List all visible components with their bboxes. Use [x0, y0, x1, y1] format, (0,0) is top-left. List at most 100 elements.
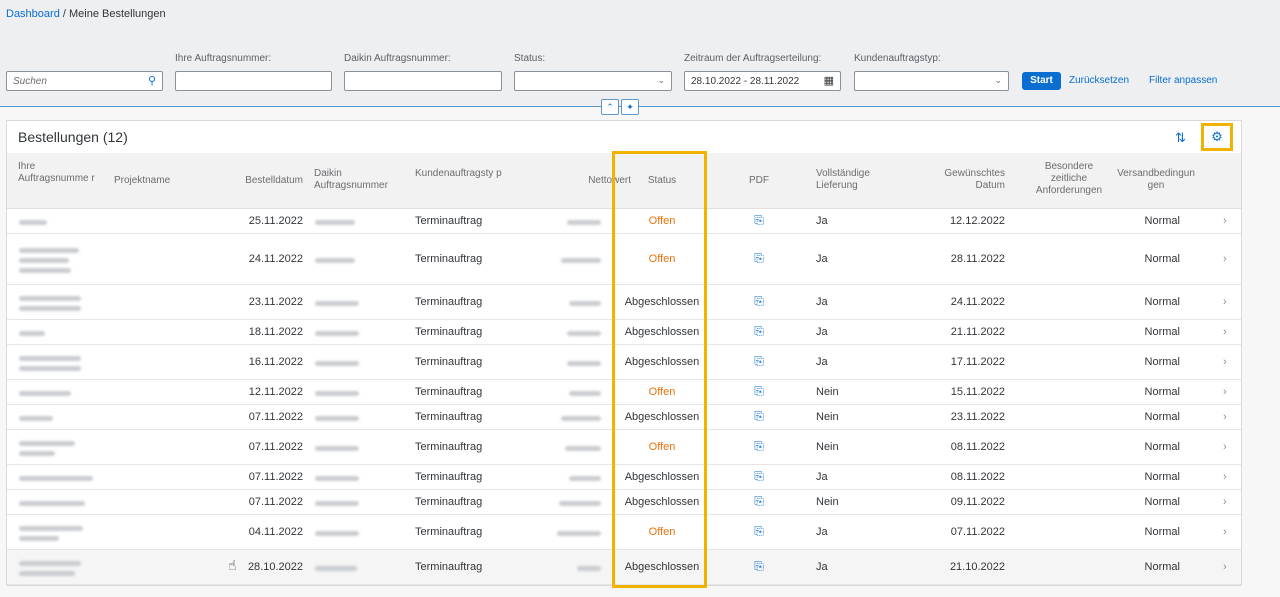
table-row[interactable]: 07.11.2022 Terminauftrag Abgeschlossen ⎘ Nei… [7, 405, 1241, 430]
col-gewuenschtes-datum[interactable]: Gewünschtes Datum [917, 168, 1005, 192]
table-row[interactable]: 18.11.2022 Terminauftrag Abgeschlossen ⎘ Ja 2… [7, 320, 1241, 345]
pdf-icon[interactable]: ⎘ [729, 251, 789, 266]
breadcrumb-dashboard-link[interactable]: Dashboard [6, 8, 60, 20]
table-row[interactable]: 24.11.2022 Terminauftrag Offen ⎘ Ja 28.11.202… [7, 234, 1241, 285]
table-row[interactable]: 28.10.2022 Terminauftrag Abgeschlossen ⎘ Ja 2… [7, 550, 1241, 585]
redacted-order-number [19, 248, 79, 253]
redacted-daikin-number [315, 331, 359, 336]
hand-cursor-icon: ☝ [228, 557, 237, 573]
redacted-order-number [19, 561, 81, 566]
redacted-order-number [19, 441, 75, 446]
chevron-right-icon[interactable]: › [1223, 496, 1227, 508]
chevron-down-icon[interactable]: ⌄ [657, 75, 665, 86]
gewuenschtes-datum-cell: 08.11.2022 [950, 441, 1005, 453]
chevron-right-icon[interactable]: › [1223, 215, 1227, 227]
adapt-filter-button[interactable]: Filter anpassen [1149, 75, 1217, 86]
col-pdf[interactable]: PDF [729, 175, 789, 187]
calendar-icon[interactable]: ▦ [824, 74, 834, 87]
vollstaendige-lieferung-cell: Nein [816, 441, 839, 453]
col-vollstaendige-lieferung[interactable]: Vollständige Lieferung [816, 168, 896, 192]
status-cell: Offen [648, 253, 676, 265]
col-daikin-auftragsnummer[interactable]: Daikin Auftragsnummer [314, 168, 404, 192]
pdf-icon[interactable]: ⎘ [729, 213, 789, 228]
redacted-order-number [19, 416, 53, 421]
daikin-auftragsnummer-input[interactable] [344, 71, 502, 91]
pdf-icon[interactable]: ⎘ [729, 524, 789, 539]
col-besondere-anforderungen[interactable]: Besondere zeitliche Anforderungen [1029, 161, 1109, 197]
pdf-icon[interactable]: ⎘ [729, 384, 789, 399]
col-status[interactable]: Status [617, 175, 707, 187]
table-row[interactable]: 07.11.2022 Terminauftrag Abgeschlossen ⎘ Nei… [7, 490, 1241, 515]
chevron-down-icon[interactable]: ⌄ [994, 75, 1002, 86]
status-cell: Offen [648, 215, 676, 227]
search-input[interactable]: Suchen ⚲ [6, 71, 163, 91]
chevron-right-icon[interactable]: › [1223, 561, 1227, 573]
redacted-nettowert [561, 416, 601, 421]
table-header: Ihre Auftragsnumme r Projektname Bestell… [7, 153, 1241, 209]
redacted-order-number [19, 451, 55, 456]
pdf-icon[interactable]: ⎘ [729, 469, 789, 484]
breadcrumb-current: Meine Bestellungen [69, 8, 166, 20]
pdf-icon[interactable]: ⎘ [729, 294, 789, 309]
collapse-header-button[interactable]: ⌃ [601, 99, 619, 115]
sort-icon[interactable]: ⇅ [1175, 130, 1186, 146]
redacted-nettowert [561, 258, 601, 263]
vollstaendige-lieferung-cell: Nein [816, 496, 839, 508]
table-row[interactable]: 25.11.2022 Terminauftrag Offen ⎘ Ja 12.12.202… [7, 209, 1241, 234]
bestelldatum-cell: 24.11.2022 [248, 253, 303, 265]
pdf-icon[interactable]: ⎘ [729, 324, 789, 339]
daikin-auftragsnummer-label: Daikin Auftragsnummer: [344, 53, 451, 64]
kundenauftragstyp-select[interactable]: ⌄ [854, 71, 1009, 91]
table-row[interactable]: 07.11.2022 Terminauftrag Abgeschlossen ⎘ Ja 0… [7, 465, 1241, 490]
col-kundenauftragstyp[interactable]: Kundenauftragsty p [415, 168, 505, 180]
col-projektname[interactable]: Projektname [114, 175, 170, 187]
vollstaendige-lieferung-cell: Ja [816, 356, 828, 368]
vollstaendige-lieferung-cell: Ja [816, 526, 828, 538]
chevron-right-icon[interactable]: › [1223, 326, 1227, 338]
gewuenschtes-datum-cell: 23.11.2022 [950, 411, 1005, 423]
ihre-auftragsnummer-input[interactable] [175, 71, 332, 91]
versandbedingungen-cell: Normal [1144, 411, 1180, 423]
chevron-right-icon[interactable]: › [1223, 356, 1227, 368]
chevron-right-icon[interactable]: › [1223, 253, 1227, 265]
pdf-icon[interactable]: ⎘ [729, 354, 789, 369]
chevron-right-icon[interactable]: › [1223, 296, 1227, 308]
pdf-icon[interactable]: ⎘ [729, 559, 789, 574]
versandbedingungen-cell: Normal [1144, 296, 1180, 308]
bestelldatum-cell: 12.11.2022 [248, 386, 303, 398]
redacted-order-number [19, 356, 81, 361]
gewuenschtes-datum-cell: 24.11.2022 [950, 296, 1005, 308]
reset-button[interactable]: Zurücksetzen [1069, 75, 1129, 86]
gewuenschtes-datum-cell: 12.12.2022 [949, 215, 1005, 227]
table-row[interactable]: 07.11.2022 Terminauftrag Offen ⎘ Nein 08.11.2… [7, 430, 1241, 465]
chevron-right-icon[interactable]: › [1223, 411, 1227, 423]
pin-header-button[interactable]: ✦ [621, 99, 639, 115]
kundenauftragstyp-cell: Terminauftrag [415, 356, 483, 368]
pdf-icon[interactable]: ⎘ [729, 494, 789, 509]
pdf-icon[interactable]: ⎘ [729, 439, 789, 454]
bestelldatum-cell: 16.11.2022 [248, 356, 303, 368]
status-cell: Abgeschlossen [624, 561, 700, 573]
chevron-right-icon[interactable]: › [1223, 386, 1227, 398]
col-ihre-auftragsnummer[interactable]: Ihre Auftragsnumme r [18, 161, 98, 185]
pdf-icon[interactable]: ⎘ [729, 409, 789, 424]
col-versandbedingungen[interactable]: Versandbedingun gen [1115, 168, 1197, 192]
redacted-daikin-number [315, 446, 359, 451]
kundenauftragstyp-cell: Terminauftrag [415, 296, 483, 308]
col-bestelldatum[interactable]: Bestelldatum [235, 175, 303, 187]
table-row[interactable]: 12.11.2022 Terminauftrag Offen ⎘ Nein 15.11.2… [7, 380, 1241, 405]
start-button[interactable]: Start [1022, 72, 1061, 90]
zeitraum-date-range-input[interactable]: 28.10.2022 - 28.11.2022 ▦ [684, 71, 841, 91]
chevron-right-icon[interactable]: › [1223, 441, 1227, 453]
chevron-right-icon[interactable]: › [1223, 526, 1227, 538]
table-row[interactable]: 04.11.2022 Terminauftrag Offen ⎘ Ja 07.11.202… [7, 515, 1241, 550]
versandbedingungen-cell: Normal [1144, 215, 1180, 227]
status-select[interactable]: ⌄ [514, 71, 672, 91]
gear-icon[interactable]: ⚙ [1201, 123, 1233, 151]
table-row[interactable]: 16.11.2022 Terminauftrag Abgeschlossen ⎘ Ja 1… [7, 345, 1241, 380]
search-icon[interactable]: ⚲ [148, 74, 156, 87]
table-row[interactable]: 23.11.2022 Terminauftrag Abgeschlossen ⎘ Ja 2… [7, 285, 1241, 320]
redacted-daikin-number [315, 416, 359, 421]
chevron-right-icon[interactable]: › [1223, 471, 1227, 483]
gewuenschtes-datum-cell: 15.11.2022 [950, 386, 1005, 398]
